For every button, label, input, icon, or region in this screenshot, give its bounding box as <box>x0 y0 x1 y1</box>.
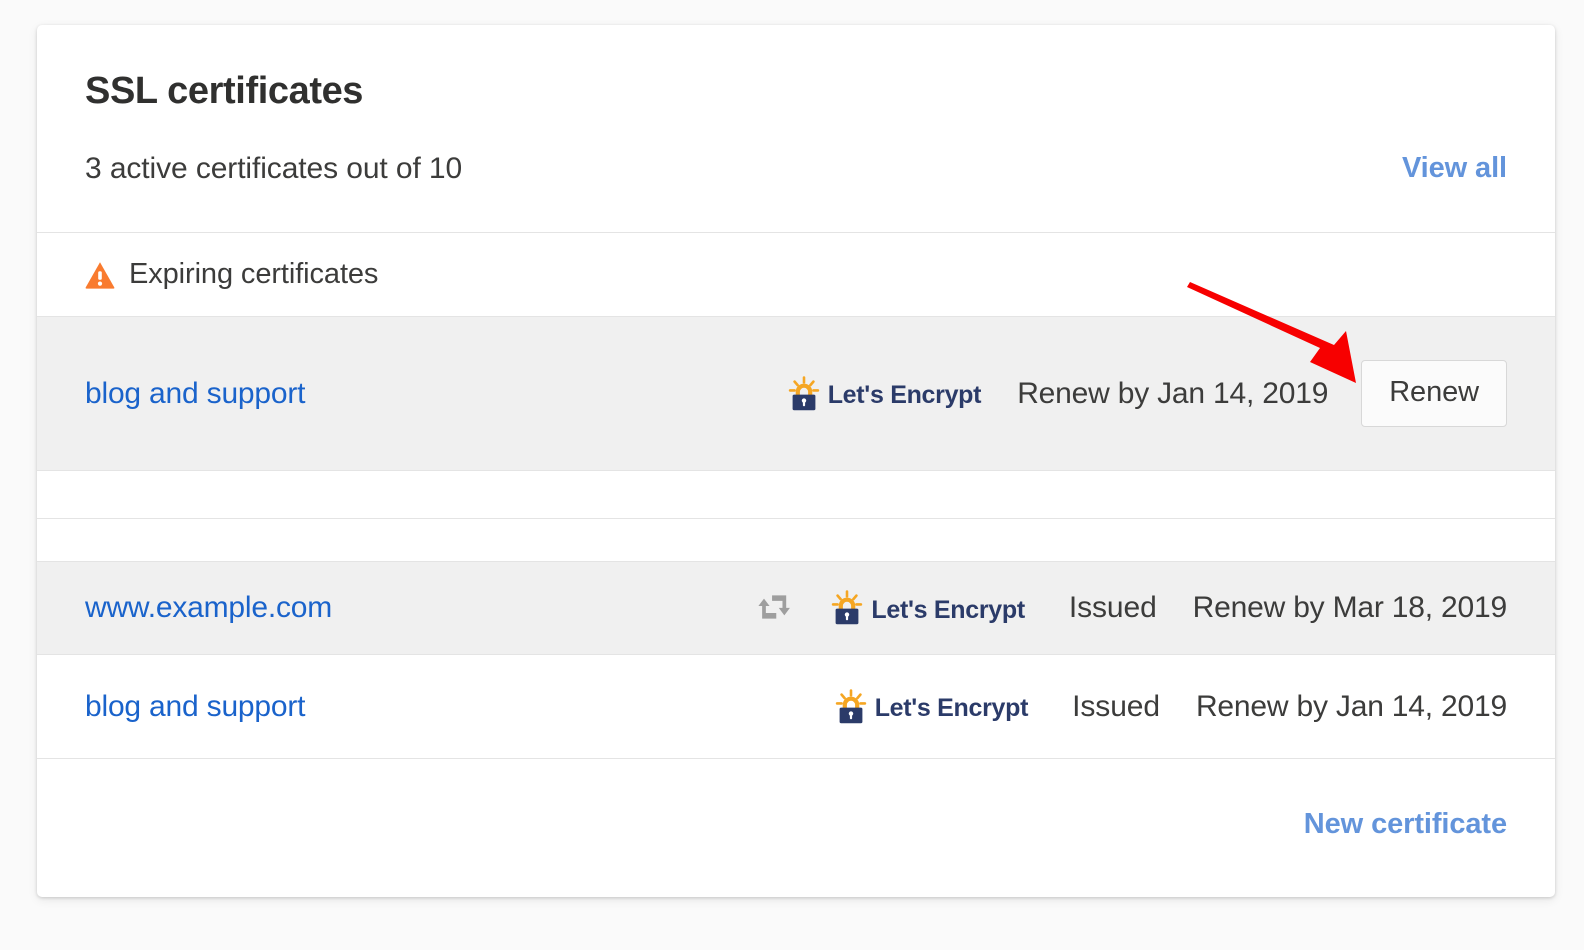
renew-date: Renew by Jan 14, 2019 <box>1196 690 1507 724</box>
table-row[interactable]: blog and support Let's Enc <box>37 655 1555 759</box>
certificate-domain-link[interactable]: www.example.com <box>85 591 332 625</box>
new-certificate-link[interactable]: New certificate <box>1304 808 1507 841</box>
lets-encrypt-lock-icon: Let's Encrypt <box>787 376 981 412</box>
table-row[interactable]: www.example.com <box>37 562 1555 655</box>
row-right-cluster: Let's Encrypt Renew by Jan 14, 2019 Rene… <box>787 360 1507 427</box>
expiring-certificates-section-header: Expiring certificates <box>37 233 1555 317</box>
expiring-certificates-label: Expiring certificates <box>129 258 378 291</box>
view-all-link[interactable]: View all <box>1402 154 1507 183</box>
renew-button[interactable]: Renew <box>1361 360 1507 427</box>
certificate-domain-link[interactable]: blog and support <box>85 690 305 724</box>
lets-encrypt-label: Let's Encrypt <box>871 598 1024 623</box>
row-right-cluster: Let's Encrypt Issued Renew by Mar 18, 20… <box>756 590 1507 626</box>
lets-encrypt-lock-icon: Let's Encrypt <box>834 689 1028 725</box>
status-badge: Issued <box>1069 591 1157 625</box>
lets-encrypt-lock-icon: Let's Encrypt <box>830 590 1024 626</box>
table-row[interactable]: blog and support Let's Enc <box>37 317 1555 471</box>
renew-date: Renew by Jan 14, 2019 <box>1017 377 1328 411</box>
empty-row <box>37 519 1555 562</box>
card-footer: New certificate <box>37 759 1555 890</box>
page-title: SSL certificates <box>85 72 363 110</box>
ssl-certificates-card: SSL certificates 3 active certificates o… <box>37 25 1555 897</box>
warning-triangle-icon <box>85 260 115 290</box>
card-header: SSL certificates 3 active certificates o… <box>37 25 1555 233</box>
certificate-domain-link[interactable]: blog and support <box>85 377 305 411</box>
row-right-cluster: Let's Encrypt Issued Renew by Jan 14, 20… <box>834 689 1507 725</box>
status-badge: Issued <box>1072 690 1160 724</box>
auto-renew-sync-icon <box>756 593 794 623</box>
empty-row <box>37 471 1555 519</box>
active-certificates-summary: 3 active certificates out of 10 <box>85 154 462 184</box>
renew-date: Renew by Mar 18, 2019 <box>1193 591 1507 625</box>
lets-encrypt-label: Let's Encrypt <box>828 383 981 408</box>
lets-encrypt-label: Let's Encrypt <box>875 696 1028 721</box>
